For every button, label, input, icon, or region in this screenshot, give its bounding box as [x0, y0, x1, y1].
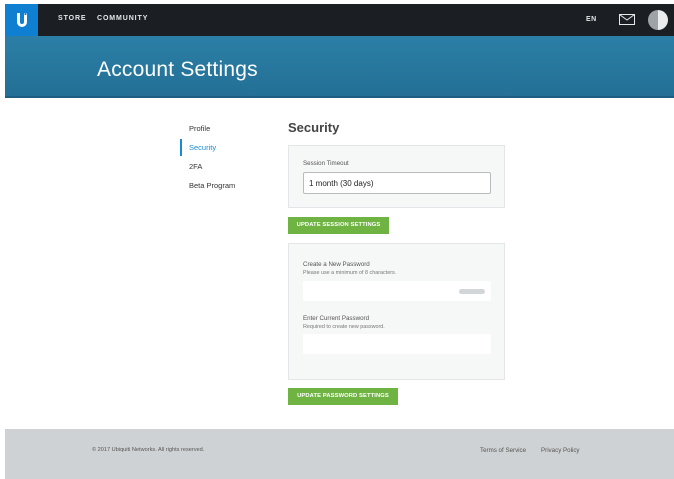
new-password-hint: Please use a minimum of 8 characters. — [303, 270, 397, 276]
nav-store-link[interactable]: STORE — [58, 15, 87, 22]
sidebar-item-profile[interactable]: Profile — [180, 119, 270, 138]
mail-icon[interactable] — [619, 14, 635, 25]
session-timeout-label: Session Timeout — [303, 160, 349, 167]
sidebar-item-security[interactable]: Security — [180, 138, 270, 157]
privacy-policy-link[interactable]: Privacy Policy — [541, 447, 580, 454]
page-footer: © 2017 Ubiquiti Networks. All rights res… — [5, 429, 674, 479]
update-session-settings-button[interactable]: UPDATE SESSION SETTINGS — [288, 217, 389, 234]
copyright-text: © 2017 Ubiquiti Networks. All rights res… — [92, 447, 205, 453]
password-panel: Create a New Password Please use a minim… — [288, 243, 505, 380]
new-password-label: Create a New Password — [303, 261, 370, 268]
current-password-label: Enter Current Password — [303, 315, 370, 322]
current-password-hint: Required to create new password. — [303, 324, 385, 330]
sidebar-item-2fa[interactable]: 2FA — [180, 157, 270, 176]
app-frame: STORE COMMUNITY EN Account Settings Prof… — [5, 4, 674, 479]
terms-of-service-link[interactable]: Terms of Service — [480, 447, 526, 454]
session-timeout-panel: Session Timeout 1 month (30 days) — [288, 145, 505, 208]
page-header: Account Settings — [5, 36, 674, 98]
sidebar-item-beta-program[interactable]: Beta Program — [180, 176, 270, 195]
page-title: Account Settings — [97, 58, 258, 81]
session-timeout-select[interactable]: 1 month (30 days) — [303, 172, 491, 194]
nav-community-link[interactable]: COMMUNITY — [97, 15, 148, 22]
settings-sidebar: Profile Security 2FA Beta Program — [180, 119, 270, 195]
ubiquiti-u-logo-icon[interactable] — [5, 4, 38, 36]
section-title: Security — [288, 120, 340, 135]
avatar-icon[interactable] — [648, 10, 668, 30]
current-password-field[interactable] — [303, 334, 491, 354]
language-selector[interactable]: EN — [586, 16, 597, 23]
update-password-settings-button[interactable]: UPDATE PASSWORD SETTINGS — [288, 388, 398, 405]
password-visibility-toggle[interactable] — [459, 289, 485, 294]
new-password-field[interactable] — [303, 281, 491, 301]
top-nav-bar: STORE COMMUNITY EN — [5, 4, 674, 36]
